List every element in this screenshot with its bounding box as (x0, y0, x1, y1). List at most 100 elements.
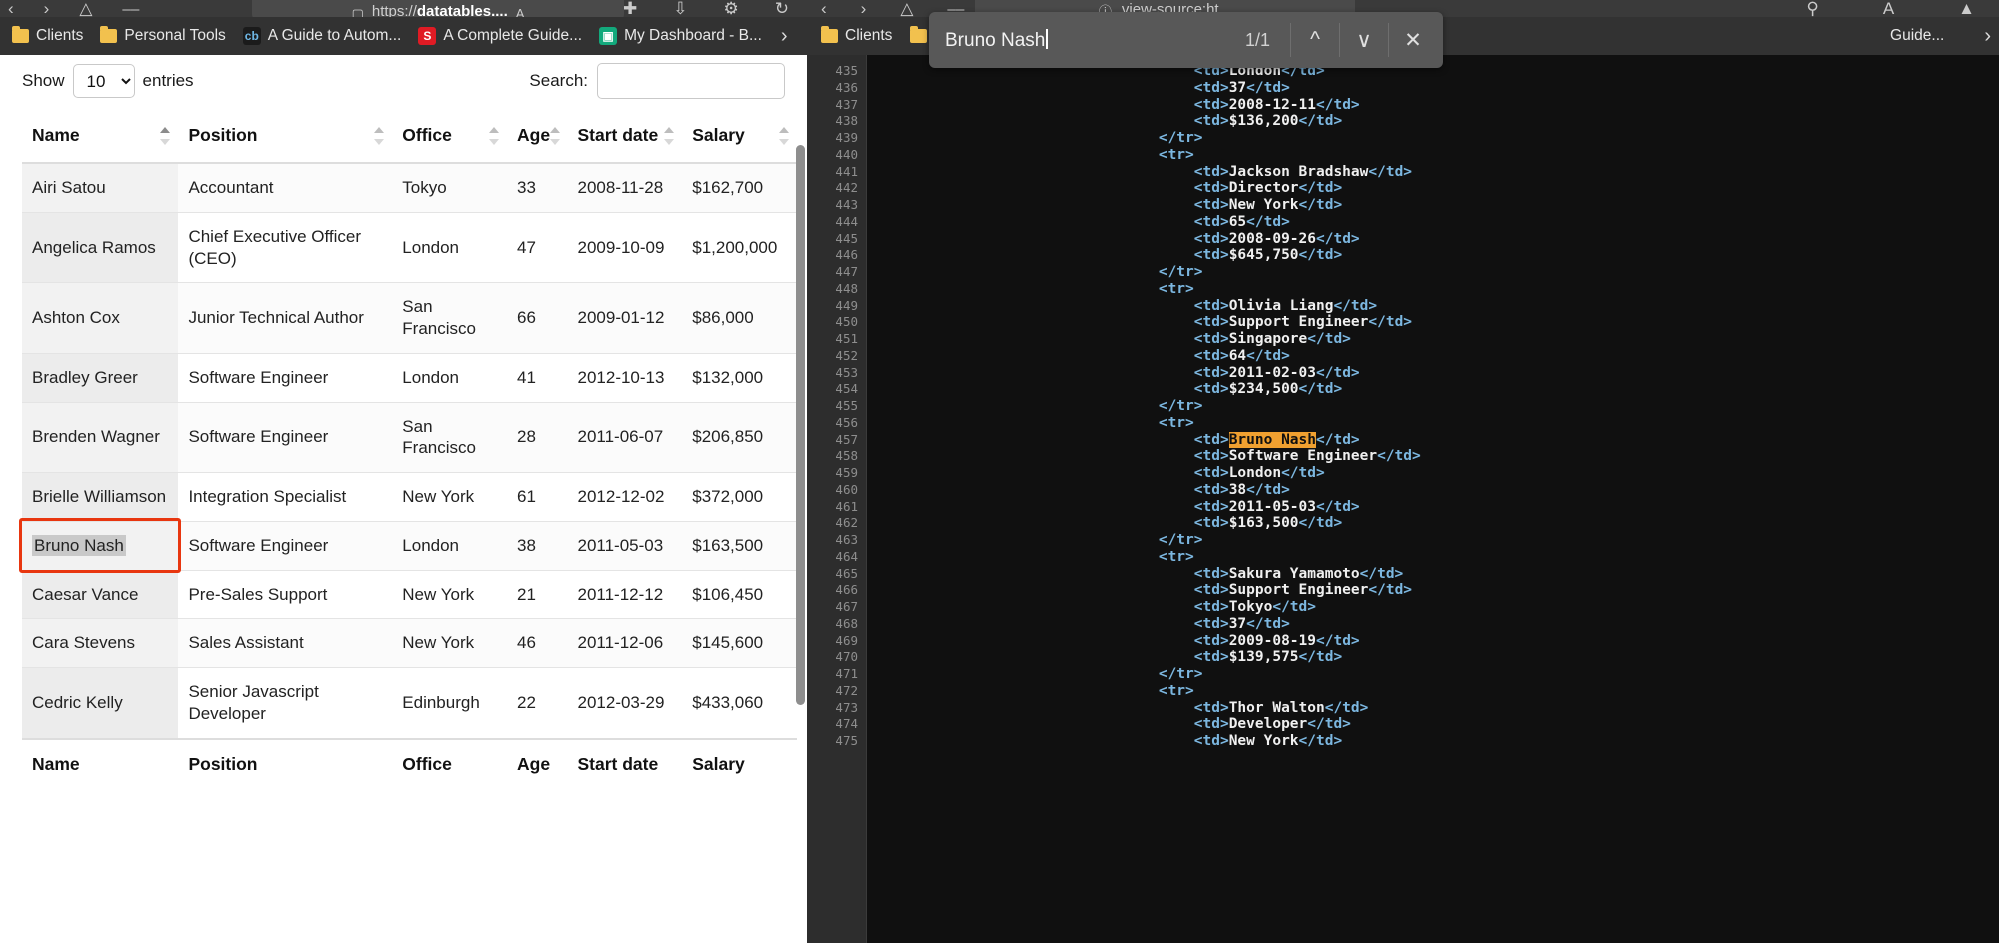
column-header-name[interactable]: Name (22, 115, 179, 164)
table-row[interactable]: Bruno Nash Software Engineer London 38 2011-… (22, 521, 797, 571)
code-line[interactable]: </tr> (1089, 666, 1999, 683)
table-cell-salary[interactable]: $145,600 (682, 618, 797, 668)
table-row[interactable]: Cara Stevens Sales Assistant New York 46 201… (22, 618, 797, 668)
entries-length-select[interactable]: 102550100 (72, 64, 135, 98)
code-line[interactable]: </tr> (1089, 130, 1999, 147)
new-tab-icon[interactable]: ✚ (623, 0, 637, 17)
table-cell-office[interactable]: San Francisco (392, 402, 508, 473)
column-header-age[interactable]: Age (507, 115, 568, 164)
table-cell-name[interactable]: Bradley Greer (22, 353, 179, 403)
code-line[interactable]: <td>Singapore</td> (1089, 331, 1999, 348)
code-line[interactable]: <tr> (1089, 281, 1999, 298)
column-header-start-date[interactable]: Start date (567, 115, 683, 164)
code-line[interactable]: <td>Bruno Nash</td> (1089, 431, 1999, 449)
column-header-office[interactable]: Office (392, 115, 508, 164)
table-cell-salary[interactable]: $163,500 (682, 521, 797, 571)
code-line[interactable]: <td>2008-09-26</td> (1089, 231, 1999, 248)
code-line[interactable]: <td>Thor Walton</td> (1089, 700, 1999, 717)
code-line[interactable]: <td>2011-05-03</td> (1089, 499, 1999, 516)
code-line[interactable]: <td>Jackson Bradshaw</td> (1089, 164, 1999, 181)
column-header-start-date[interactable]: Start date (567, 737, 683, 783)
code-line[interactable]: <td>Tokyo</td> (1089, 599, 1999, 616)
table-cell-start-date[interactable]: 2009-10-09 (567, 212, 683, 284)
table-row[interactable]: Caesar Vance Pre-Sales Support New York 21 2… (22, 570, 797, 620)
bookmark-guide-label[interactable]: Guide... (1890, 27, 1944, 45)
sort-indicator-icon[interactable] (779, 127, 789, 145)
code-line[interactable]: <td>$139,575</td> (1089, 649, 1999, 666)
code-line[interactable]: </tr> (1089, 532, 1999, 549)
table-row[interactable]: Bradley Greer Software Engineer London 41 20… (22, 353, 797, 403)
table-cell-age[interactable]: 66 (507, 282, 568, 354)
code-line[interactable]: <td>$163,500</td> (1089, 515, 1999, 532)
column-header-office[interactable]: Office (392, 737, 508, 783)
table-cell-office[interactable]: London (392, 521, 508, 571)
code-line[interactable]: <td>2008-12-11</td> (1089, 97, 1999, 114)
table-cell-salary[interactable]: $106,450 (682, 570, 797, 620)
table-cell-name[interactable]: Brielle Williamson (22, 472, 179, 522)
column-header-salary[interactable]: Salary (682, 737, 797, 783)
sort-indicator-icon[interactable] (664, 127, 675, 145)
table-row[interactable]: Cedric Kelly Senior Javascript Developer E… (22, 667, 797, 739)
table-cell-name[interactable]: Ashton Cox (22, 282, 179, 354)
code-line[interactable]: <tr> (1089, 549, 1999, 566)
code-line[interactable]: <td>Developer</td> (1089, 716, 1999, 733)
code-line[interactable]: </tr> (1089, 398, 1999, 415)
code-line[interactable]: <tr> (1089, 683, 1999, 700)
table-cell-salary[interactable]: $433,060 (682, 667, 797, 739)
code-line[interactable]: <tr> (1089, 147, 1999, 164)
table-cell-age[interactable]: 47 (507, 212, 568, 284)
sort-indicator-icon[interactable] (489, 127, 500, 145)
table-cell-start-date[interactable]: 2008-11-28 (567, 163, 683, 213)
table-cell-age[interactable]: 46 (507, 618, 568, 668)
table-cell-position[interactable]: Pre-Sales Support (178, 570, 393, 620)
text-size-icon[interactable]: A (1883, 0, 1894, 17)
sort-indicator-icon[interactable] (549, 127, 560, 145)
view-source-panel[interactable]: 435 436 437 438 439 440 441 442 443 444 445 446 447 4… (807, 55, 1999, 943)
table-cell-position[interactable]: Software Engineer (178, 353, 393, 403)
shield-icon[interactable]: △ (79, 0, 92, 17)
code-line[interactable]: <td>Support Engineer</td> (1089, 314, 1999, 331)
code-line[interactable]: <td>Software Engineer</td> (1089, 448, 1999, 465)
table-cell-office[interactable]: New York (392, 570, 508, 620)
code-line[interactable]: <tr> (1089, 415, 1999, 432)
table-cell-position[interactable]: Accountant (178, 163, 393, 213)
bookmarks-overflow-icon[interactable]: › (781, 25, 788, 48)
table-row[interactable]: Angelica Ramos Chief Executive Officer (C… (22, 212, 797, 284)
forward-arrow-icon[interactable]: › (44, 0, 50, 17)
close-icon[interactable]: ✕ (1389, 18, 1437, 62)
source-code-text[interactable]: <td>London</td> <td>37</td> <td>2008-12-… (867, 55, 1999, 943)
table-cell-office[interactable]: New York (392, 618, 508, 668)
code-line[interactable]: <td>New York</td> (1089, 733, 1999, 750)
bookmark-guide-to-autom[interactable]: cb A Guide to Autom... (237, 24, 408, 48)
table-cell-age[interactable]: 28 (507, 402, 568, 473)
table-cell-age[interactable]: 41 (507, 353, 568, 403)
table-cell-name[interactable]: Cedric Kelly (22, 667, 179, 739)
table-cell-name[interactable]: Cara Stevens (22, 618, 179, 668)
table-cell-position[interactable]: Software Engineer (178, 521, 393, 571)
code-line[interactable]: <td>37</td> (1089, 616, 1999, 633)
table-cell-salary[interactable]: $206,850 (682, 402, 797, 473)
bookmark-clients[interactable]: Clients (815, 24, 898, 48)
bookmarks-overflow-icon[interactable]: › (1984, 25, 1991, 48)
table-cell-salary[interactable]: $162,700 (682, 163, 797, 213)
page-scrollbar[interactable] (796, 145, 805, 705)
table-cell-start-date[interactable]: 2012-03-29 (567, 667, 683, 739)
sort-indicator-icon[interactable] (160, 127, 171, 145)
search-icon[interactable]: ⚲ (1806, 0, 1818, 17)
share-icon[interactable]: ▲ (1958, 0, 1975, 17)
back-arrow-icon[interactable]: ‹ (821, 0, 827, 17)
table-cell-office[interactable]: San Francisco (392, 282, 508, 354)
sync-icon[interactable]: ↻ (775, 0, 789, 17)
code-line[interactable]: <td>New York</td> (1089, 197, 1999, 214)
table-cell-salary[interactable]: $86,000 (682, 282, 797, 354)
table-cell-age[interactable]: 21 (507, 570, 568, 620)
table-cell-salary[interactable]: $1,200,000 (682, 212, 797, 284)
table-cell-office[interactable]: London (392, 353, 508, 403)
table-cell-start-date[interactable]: 2011-12-12 (567, 570, 683, 620)
code-line[interactable]: <td>$645,750</td> (1089, 247, 1999, 264)
table-cell-position[interactable]: Junior Technical Author (178, 282, 393, 354)
bookmark-clients[interactable]: Clients (6, 24, 89, 48)
code-line[interactable]: <td>$234,500</td> (1089, 381, 1999, 398)
code-line[interactable]: <td>Olivia Liang</td> (1089, 298, 1999, 315)
table-cell-office[interactable]: New York (392, 472, 508, 522)
